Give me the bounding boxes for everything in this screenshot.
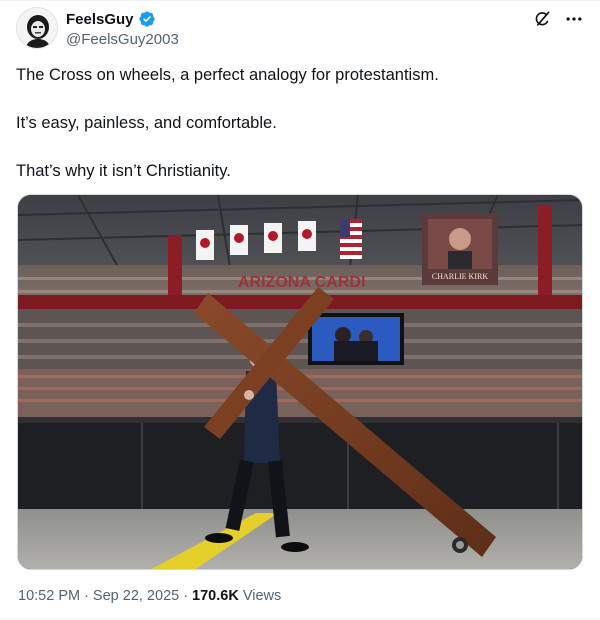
verified-badge-icon bbox=[138, 10, 156, 28]
author-names: FeelsGuy @FeelsGuy2003 bbox=[66, 9, 179, 49]
tweet-paragraph: That’s why it isn’t Christianity. bbox=[16, 162, 231, 180]
post-time[interactable]: 10:52 PM bbox=[18, 588, 80, 604]
arena-photo: CHARLIE KIRK ARIZONA CARDI bbox=[18, 195, 582, 569]
views-count: 170.6K bbox=[192, 588, 239, 604]
tweet-meta: 10:52 PM · Sep 22, 2025 · 170.6K Views bbox=[18, 588, 281, 604]
views-label: Views bbox=[242, 588, 282, 604]
author-display-name[interactable]: FeelsGuy bbox=[66, 11, 134, 28]
header-actions bbox=[532, 9, 584, 29]
author-handle[interactable]: @FeelsGuy2003 bbox=[66, 31, 179, 48]
tweet-photo[interactable]: CHARLIE KIRK ARIZONA CARDI bbox=[17, 194, 583, 570]
grok-icon[interactable] bbox=[532, 9, 552, 29]
meta-separator: · bbox=[84, 588, 89, 604]
meta-separator: · bbox=[183, 588, 189, 604]
author-avatar[interactable] bbox=[16, 7, 58, 49]
tweet-paragraph: It’s easy, painless, and comfortable. bbox=[16, 114, 277, 132]
tweet-text: The Cross on wheels, a perfect analogy f… bbox=[16, 63, 576, 207]
tweet-header: FeelsGuy @FeelsGuy2003 bbox=[16, 7, 584, 51]
avatar-image bbox=[17, 8, 57, 48]
arena-sign: ARIZONA CARDI bbox=[238, 274, 365, 291]
post-date[interactable]: Sep 22, 2025 bbox=[93, 588, 179, 604]
banner-name: CHARLIE KIRK bbox=[432, 272, 488, 281]
more-options-icon[interactable] bbox=[564, 9, 584, 29]
tweet-paragraph: The Cross on wheels, a perfect analogy f… bbox=[16, 66, 439, 84]
tweet-card: FeelsGuy @FeelsGuy2003 The Cross on whee… bbox=[0, 0, 600, 620]
